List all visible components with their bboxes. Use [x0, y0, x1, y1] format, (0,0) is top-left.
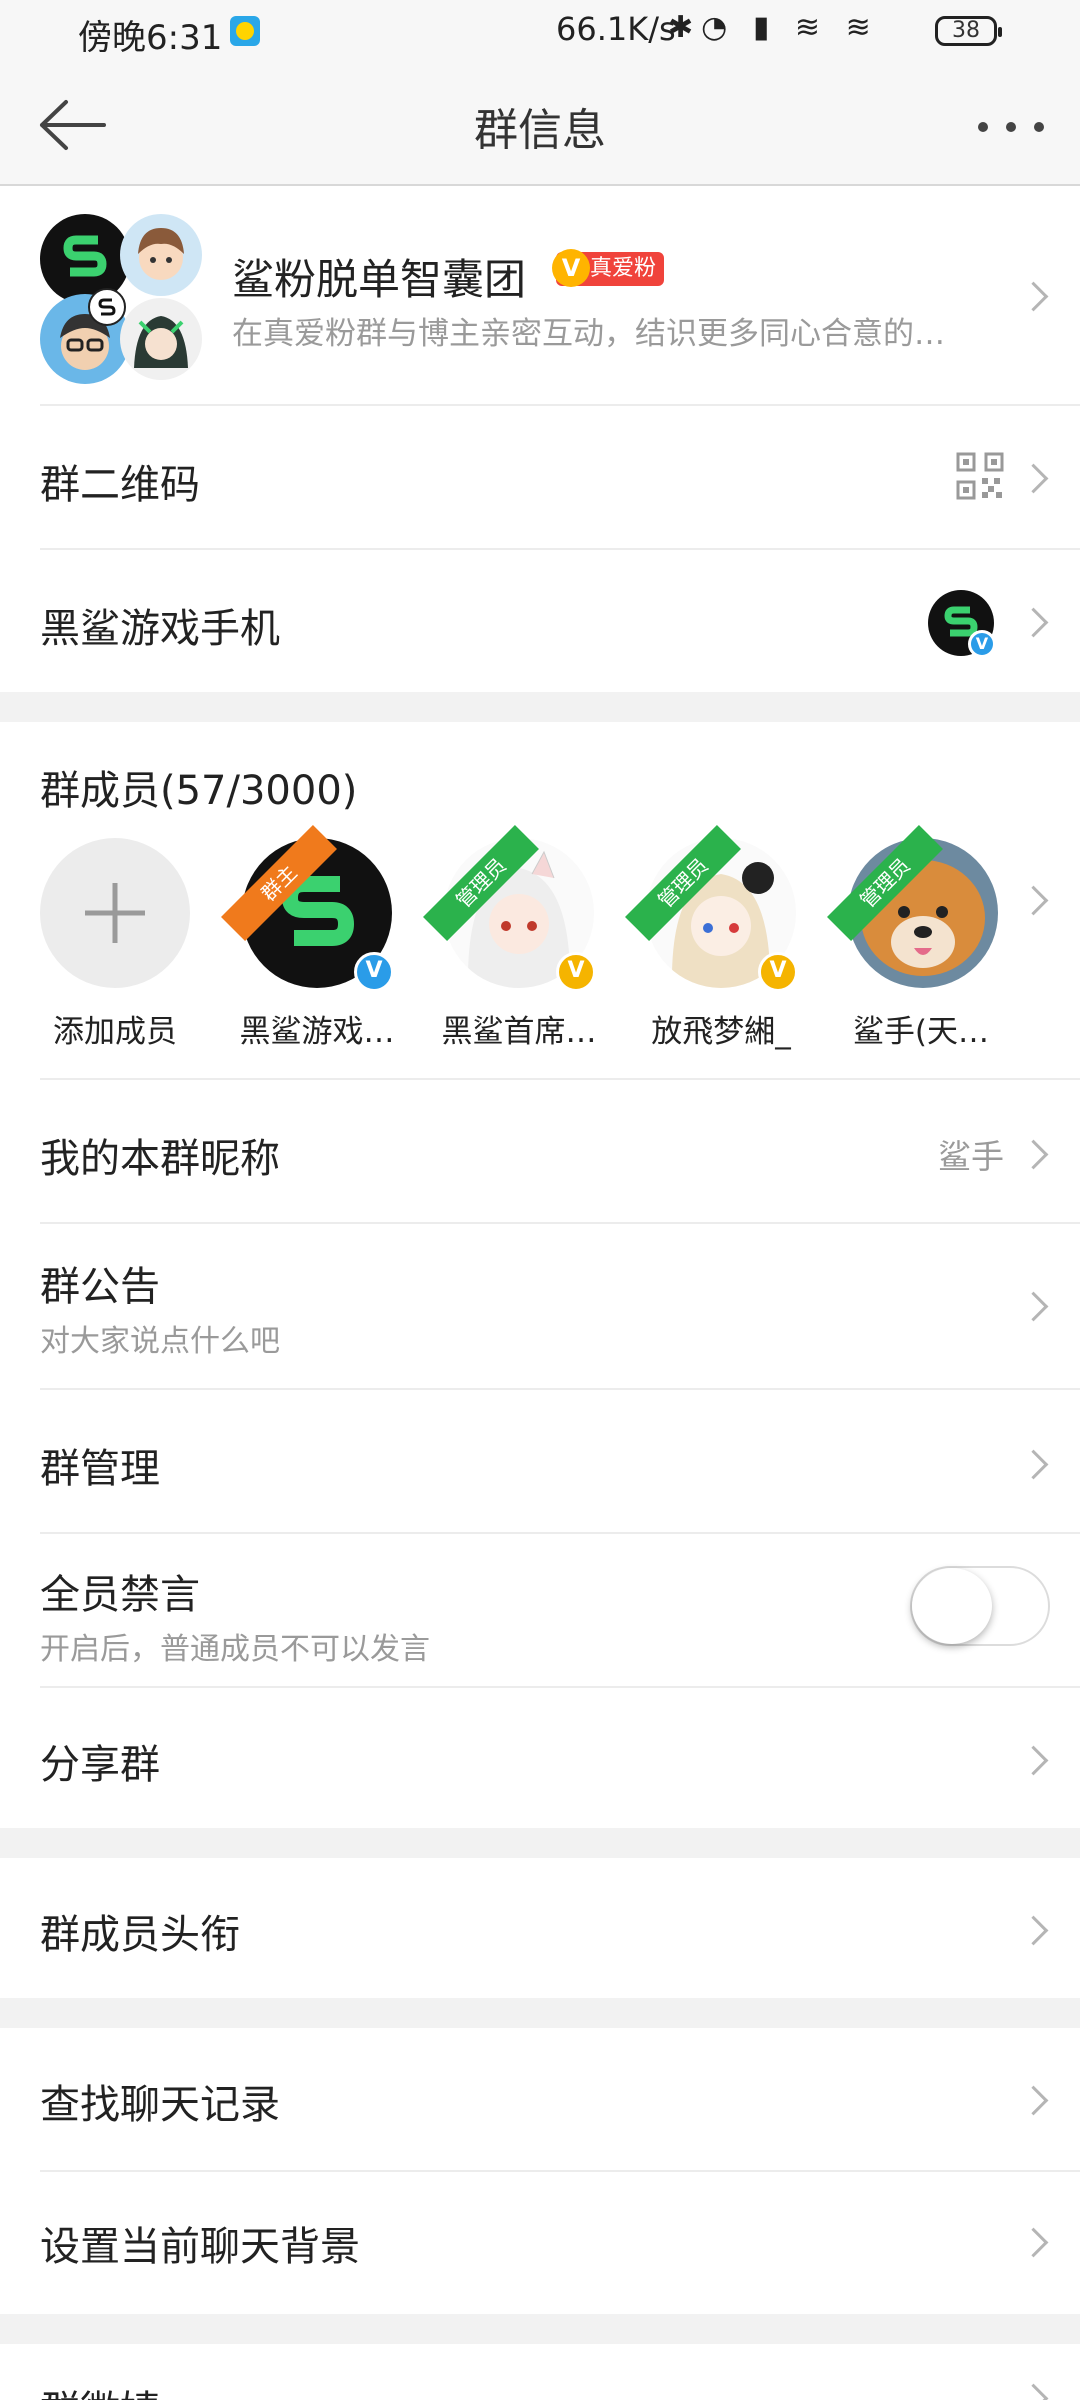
group-name: 鲨粉脱单智囊团 — [232, 255, 527, 304]
chat-settings-section: 查找聊天记录 设置当前聊天背景 — [0, 2028, 1080, 2314]
mute-all-label: 全员禁言 — [40, 1572, 200, 1618]
group-profile-row[interactable]: 鲨粉脱单智囊团 V 真爱粉 在真爱粉群与博主亲密互动，结识更多同心合意的… — [0, 186, 1080, 406]
fan-v-icon: V — [552, 249, 590, 287]
group-description: 在真爱粉群与博主亲密互动，结识更多同心合意的… — [232, 316, 945, 352]
member-name: 黑鲨游戏… — [239, 1014, 395, 1050]
chevron-right-icon — [1018, 1745, 1049, 1776]
members-title[interactable]: 群成员(57/3000) — [40, 758, 357, 816]
chevron-right-icon — [1018, 2085, 1049, 2116]
announcement-row[interactable]: 群公告 对大家说点什么吧 — [0, 1224, 1080, 1388]
app-notification-icon — [230, 16, 260, 46]
more-section: 群徽婧 — [0, 2344, 1080, 2400]
owner-account-row[interactable]: 黑鲨游戏手机 V — [0, 550, 1080, 692]
chevron-right-icon — [1018, 281, 1049, 312]
member-titles-section: 群成员头衔 — [0, 1858, 1080, 1998]
status-time: 傍晚6:31 — [78, 18, 223, 58]
member-name: 黑鲨首席… — [441, 1014, 597, 1050]
search-history-row[interactable]: 查找聊天记录 — [0, 2028, 1080, 2170]
battery-icon: 38 — [935, 16, 1002, 46]
chevron-right-icon — [1018, 2383, 1049, 2400]
nav-bar: 群信息 — [0, 64, 1080, 186]
qr-code-label: 群二维码 — [40, 462, 200, 508]
member-name: 添加成员 — [53, 1014, 177, 1050]
chevron-right-icon — [1018, 1915, 1049, 1946]
group-info-section: 鲨粉脱单智囊团 V 真爱粉 在真爱粉群与博主亲密互动，结识更多同心合意的… 群二… — [0, 186, 1080, 692]
verified-orange-icon: V — [758, 952, 798, 992]
verified-orange-icon: V — [556, 952, 596, 992]
verified-blue-icon: V — [968, 630, 996, 658]
true-fan-badge: V 真爱粉 — [552, 249, 664, 287]
more-options-icon[interactable] — [976, 116, 1046, 136]
member-avatar-cartoon-boy — [120, 214, 202, 296]
nickname-value: 鲨手 — [938, 1137, 1004, 1176]
member-name: 鲨手(天… — [852, 1014, 990, 1050]
toggle-knob — [912, 1568, 992, 1644]
add-member-button[interactable] — [40, 838, 190, 988]
search-history-label: 查找聊天记录 — [40, 2082, 280, 2128]
management-row[interactable]: 群管理 — [0, 1390, 1080, 1532]
status-icons: ✱◔ ▮ ≋ ≋ — [668, 10, 879, 45]
announcement-hint: 对大家说点什么吧 — [40, 1324, 280, 1359]
owner-account-label: 黑鲨游戏手机 — [40, 606, 280, 652]
network-speed: 66.1K/s — [556, 10, 676, 48]
status-bar: 傍晚6:31 66.1K/s ✱◔ ▮ ≋ ≋ 38 — [0, 0, 1080, 64]
chevron-right-icon[interactable] — [1018, 885, 1049, 916]
mute-all-toggle[interactable] — [910, 1566, 1050, 1646]
badge-label: 真爱粉 — [589, 256, 656, 281]
next-item-label[interactable]: 群徽婧 — [40, 2378, 160, 2400]
share-group-row[interactable]: 分享群 — [0, 1688, 1080, 1828]
chat-background-row[interactable]: 设置当前聊天背景 — [0, 2172, 1080, 2314]
nickname-row[interactable]: 我的本群昵称 鲨手 — [0, 1080, 1080, 1222]
nickname-label: 我的本群昵称 — [40, 1136, 280, 1182]
qr-code-row[interactable]: 群二维码 — [0, 406, 1080, 548]
chat-background-label: 设置当前聊天背景 — [40, 2224, 360, 2270]
member-avatar-anime — [120, 298, 202, 380]
chevron-right-icon — [1018, 607, 1049, 638]
verified-blue-icon: V — [354, 952, 394, 992]
page-title: 群信息 — [474, 105, 606, 156]
qr-code-icon — [956, 452, 1004, 500]
chevron-right-icon — [1018, 463, 1049, 494]
share-group-label: 分享群 — [40, 1742, 160, 1788]
member-name: 放飛梦緗_ — [651, 1014, 791, 1050]
member-titles-label: 群成员头衔 — [40, 1912, 240, 1958]
mute-all-row: 全员禁言 开启后，普通成员不可以发言 — [0, 1534, 1080, 1686]
chevron-right-icon — [1018, 1291, 1049, 1322]
chevron-right-icon — [1018, 1449, 1049, 1480]
mute-all-hint: 开启后，普通成员不可以发言 — [40, 1632, 430, 1667]
member-titles-row[interactable]: 群成员头衔 — [0, 1858, 1080, 1998]
chevron-right-icon — [1018, 1139, 1049, 1170]
shark-logo-mini-icon — [88, 288, 126, 326]
chevron-right-icon — [1018, 2227, 1049, 2258]
management-label: 群管理 — [40, 1446, 160, 1492]
announcement-label: 群公告 — [40, 1264, 160, 1310]
